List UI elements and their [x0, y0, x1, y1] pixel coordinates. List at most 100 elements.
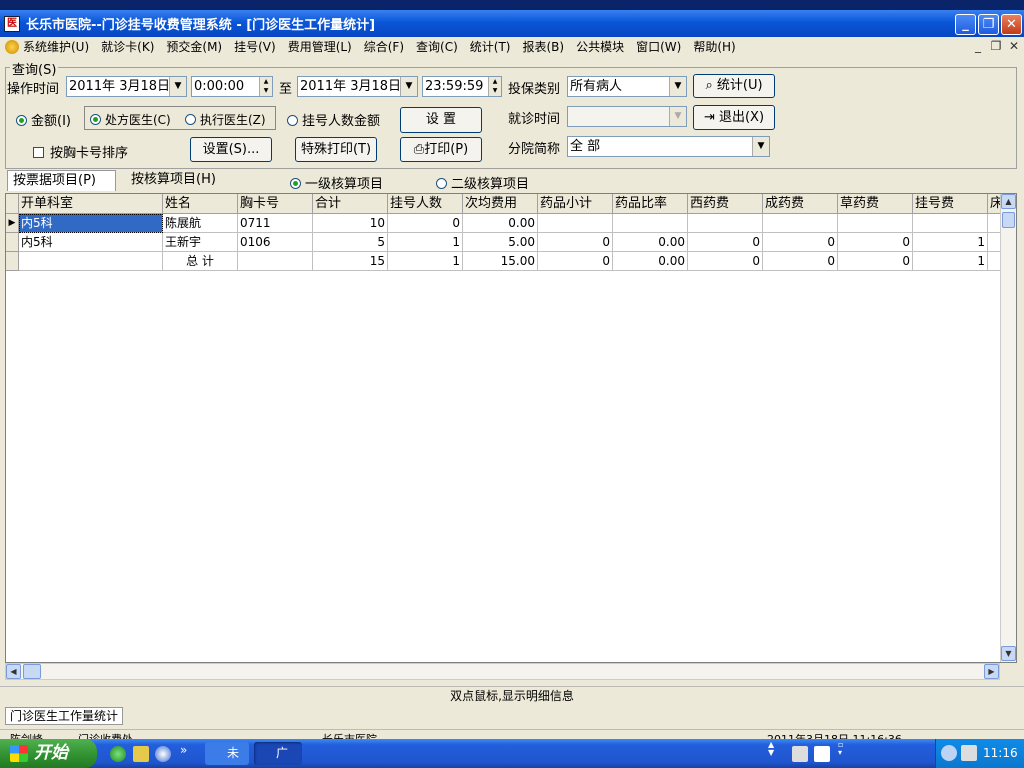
window-tab[interactable]: 门诊医生工作量统计 — [5, 707, 123, 725]
ie-icon[interactable] — [110, 746, 126, 762]
tray-network-icon[interactable] — [961, 745, 977, 761]
menu-common[interactable]: 公共模块 — [576, 38, 624, 55]
grid-cell[interactable]: 0711 — [238, 214, 313, 233]
grid-cell[interactable]: 1 — [913, 233, 988, 252]
ime-options-icon[interactable]: ▫ ▾ — [838, 741, 843, 757]
chevron-down-icon[interactable]: ▼ — [669, 107, 686, 126]
date-to-picker[interactable]: 2011年 3月18日 ▼ — [297, 76, 418, 97]
mdi-minimize-button[interactable]: _ — [970, 39, 986, 53]
start-button[interactable]: 开始 — [0, 739, 97, 768]
menu-stat[interactable]: 统计(T) — [470, 38, 511, 55]
current-row-indicator-icon[interactable]: ▶ — [6, 214, 19, 233]
grid-cell[interactable]: 0.00 — [613, 233, 688, 252]
grid-cell[interactable]: 0 — [838, 233, 913, 252]
minimize-button[interactable]: _ — [955, 14, 976, 35]
scroll-down-icon[interactable]: ▼ — [1001, 646, 1016, 661]
scroll-left-icon[interactable]: ◀ — [6, 664, 21, 679]
grid-cell[interactable]: 0 — [538, 233, 613, 252]
setup-button[interactable]: 设 置 — [400, 107, 482, 133]
col-header-drug-subtotal[interactable]: 药品小计 — [538, 194, 613, 214]
grid-cell[interactable]: 0 — [763, 233, 838, 252]
col-header-card[interactable]: 胸卡号 — [238, 194, 313, 214]
grid-cell[interactable]: 0 — [388, 214, 463, 233]
grid-cell[interactable]: 5.00 — [463, 233, 538, 252]
grid-cell[interactable]: 0 — [688, 233, 763, 252]
time-from-spinner[interactable]: 0:00:00 ▲ ▼ — [191, 76, 273, 97]
amount-radio[interactable]: 金额(I) — [16, 110, 71, 129]
grid-cell[interactable]: 0106 — [238, 233, 313, 252]
menu-query[interactable]: 查询(C) — [416, 38, 458, 55]
insurance-select[interactable]: 所有病人 ▼ — [567, 76, 687, 97]
vertical-scrollbar[interactable]: ▲ ▼ — [1000, 194, 1016, 662]
folder-icon[interactable] — [133, 746, 149, 762]
grid-cell[interactable]: 0 — [838, 252, 913, 271]
col-header-western-drug[interactable]: 西药费 — [688, 194, 763, 214]
branch-select[interactable]: 全 部 ▼ — [567, 136, 770, 157]
task-button-2[interactable]: 广 — [254, 742, 302, 765]
stat-button[interactable]: ⌕ 统计(U) — [693, 74, 775, 98]
scroll-right-icon[interactable]: ▶ — [984, 664, 999, 679]
grid-cell[interactable]: 0 — [688, 252, 763, 271]
time-to-spinner[interactable]: 23:59:59 ▲ ▼ — [422, 76, 502, 97]
grid-cell[interactable]: 0.00 — [613, 252, 688, 271]
menu-general[interactable]: 综合(F) — [364, 38, 404, 55]
grid-cell[interactable]: 总 计 — [163, 252, 238, 271]
grid-cell[interactable]: 15.00 — [463, 252, 538, 271]
grid-cell[interactable] — [613, 214, 688, 233]
help-icon[interactable] — [814, 746, 830, 762]
col-header-name[interactable]: 姓名 — [163, 194, 238, 214]
chevron-down-icon[interactable]: ▼ — [400, 77, 417, 96]
menu-prepay[interactable]: 预交金(M) — [166, 38, 222, 55]
level2-radio[interactable]: 二级核算项目 — [436, 173, 529, 192]
tab-by-accounting[interactable]: 按核算项目(H) — [126, 171, 236, 190]
row-indicator[interactable] — [6, 252, 19, 271]
task-button-1[interactable]: 未 — [205, 742, 249, 765]
menu-fee[interactable]: 费用管理(L) — [288, 38, 352, 55]
grid-cell[interactable] — [913, 214, 988, 233]
menu-register[interactable]: 挂号(V) — [234, 38, 276, 55]
date-from-picker[interactable]: 2011年 3月18日 ▼ — [66, 76, 187, 97]
grid-cell[interactable]: 15 — [313, 252, 388, 271]
chevron-right-icon[interactable]: » — [180, 743, 187, 757]
scroll-up-icon[interactable]: ▲ — [1001, 194, 1016, 209]
grid-cell[interactable]: 内5科 — [19, 233, 163, 252]
grid-cell[interactable]: 1 — [388, 233, 463, 252]
spin-arrows-icon[interactable]: ▲ ▼ — [259, 77, 272, 96]
data-grid[interactable]: 开单科室 姓名 胸卡号 合计 挂号人数 次均费用 药品小计 药品比率 西药费 成… — [5, 193, 1017, 663]
exit-button[interactable]: ⇥ 退出(X) — [693, 105, 775, 130]
clock[interactable]: 11:16 — [983, 739, 1018, 768]
grid-cell[interactable]: 10 — [313, 214, 388, 233]
col-header-reg-fee[interactable]: 挂号费 — [913, 194, 988, 214]
tab-by-receipt[interactable]: 按票据项目(P) — [7, 170, 116, 191]
grid-cell[interactable]: 内5科 — [19, 214, 163, 233]
col-header-total[interactable]: 合计 — [313, 194, 388, 214]
grid-cell[interactable]: 1 — [913, 252, 988, 271]
grid-cell[interactable] — [838, 214, 913, 233]
settings-button[interactable]: 设置(S)... — [190, 137, 272, 162]
reg-count-radio[interactable]: 挂号人数金额 — [287, 110, 380, 129]
col-header-avg-fee[interactable]: 次均费用 — [463, 194, 538, 214]
menu-help[interactable]: 帮助(H) — [693, 38, 735, 55]
doctor-rx-radio[interactable]: 处方医生(C) — [90, 111, 171, 128]
grid-cell[interactable]: 0 — [538, 252, 613, 271]
col-header-reg-count[interactable]: 挂号人数 — [388, 194, 463, 214]
menu-report[interactable]: 报表(B) — [522, 38, 564, 55]
close-button[interactable]: ✕ — [1001, 14, 1022, 35]
restore-button[interactable]: ❐ — [978, 14, 999, 35]
menu-system[interactable]: 系统维护(U) — [23, 38, 89, 55]
mdi-close-button[interactable]: ✕ — [1006, 39, 1022, 53]
grid-cell[interactable] — [688, 214, 763, 233]
doctor-exec-radio[interactable]: 执行医生(Z) — [185, 111, 266, 128]
chevron-down-icon[interactable]: ▼ — [169, 77, 186, 96]
mdi-restore-button[interactable]: ❐ — [988, 39, 1004, 53]
grid-cell[interactable] — [538, 214, 613, 233]
row-indicator[interactable] — [6, 233, 19, 252]
grid-cell[interactable]: 0.00 — [463, 214, 538, 233]
grid-cell[interactable]: 陈展航 — [163, 214, 238, 233]
media-player-icon[interactable] — [155, 746, 171, 762]
hscroll-thumb[interactable] — [23, 664, 41, 679]
level1-radio[interactable]: 一级核算项目 — [290, 173, 383, 192]
menu-window[interactable]: 窗口(W) — [636, 38, 681, 55]
grid-cell[interactable] — [238, 252, 313, 271]
taskbar-scroll-icon[interactable]: ▲ ▼ — [768, 741, 774, 757]
